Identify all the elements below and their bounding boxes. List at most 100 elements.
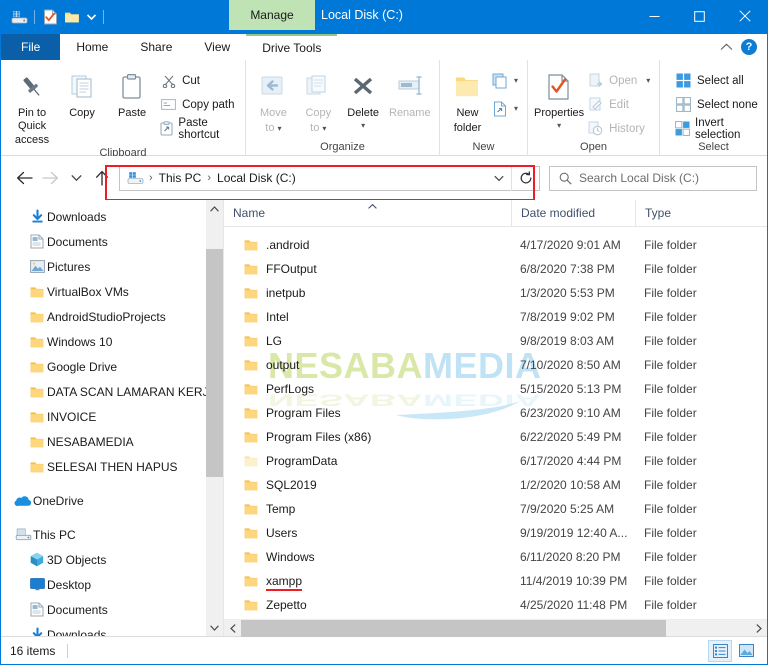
navigation-scrollbar[interactable] — [206, 200, 223, 636]
chevron-down-icon[interactable]: ▾ — [514, 76, 518, 85]
table-row[interactable]: PerfLogs 5/15/2020 5:13 PM File folder — [224, 377, 767, 401]
paste-button[interactable]: Paste — [107, 65, 157, 137]
details-view-button[interactable] — [708, 639, 732, 662]
table-row[interactable]: ProgramData 6/17/2020 4:44 PM File folder — [224, 449, 767, 473]
breadcrumb-item-this-pc[interactable]: This PC — [156, 171, 205, 185]
close-button[interactable] — [722, 0, 767, 32]
properties-icon[interactable] — [39, 6, 61, 28]
table-row[interactable]: FFOutput 6/8/2020 7:38 PM File folder — [224, 257, 767, 281]
scroll-right-arrow[interactable] — [750, 620, 767, 637]
recent-locations-button[interactable] — [63, 165, 89, 191]
horizontal-scroll-thumb[interactable] — [241, 619, 666, 637]
tab-drive-tools[interactable]: Drive Tools — [246, 34, 338, 60]
navigation-scroll-track[interactable] — [206, 217, 223, 619]
tab-home[interactable]: Home — [60, 34, 125, 60]
tab-file[interactable]: File — [1, 34, 61, 60]
sidebar-item-3d-objects[interactable]: 3D Objects — [1, 547, 223, 572]
column-header-name[interactable]: Name — [224, 200, 511, 227]
large-icons-view-button[interactable] — [734, 640, 758, 662]
rename-button[interactable]: Rename — [387, 65, 433, 137]
drive-icon[interactable] — [8, 6, 30, 28]
table-row[interactable]: inetpub 1/3/2020 5:53 PM File folder — [224, 281, 767, 305]
column-header-date-modified[interactable]: Date modified — [511, 199, 635, 227]
table-row[interactable]: SQL2019 1/2/2020 10:58 AM File folder — [224, 473, 767, 497]
copy-to-button[interactable]: Copy to ▾ — [297, 65, 340, 137]
contextual-tab-manage[interactable]: Manage — [229, 0, 315, 30]
collapse-ribbon-icon[interactable] — [720, 38, 733, 56]
refresh-button[interactable] — [511, 165, 539, 191]
scroll-left-arrow[interactable] — [224, 620, 241, 637]
table-row[interactable]: Program Files (x86) 6/22/2020 5:49 PM File… — [224, 425, 767, 449]
table-row[interactable]: Intel 7/8/2019 9:02 PM File folder — [224, 305, 767, 329]
file-list-horizontal-scrollbar[interactable] — [224, 619, 767, 637]
table-row[interactable]: output 7/10/2020 8:50 AM File folder — [224, 353, 767, 377]
table-row[interactable]: Zepetto 4/25/2020 11:48 PM File folder — [224, 593, 767, 617]
new-folder-icon[interactable] — [61, 6, 83, 28]
back-button[interactable] — [11, 165, 37, 191]
cut-button[interactable]: Cut — [157, 70, 239, 91]
up-button[interactable] — [89, 165, 115, 191]
sidebar-item-windows-10[interactable]: Windows 10 — [1, 329, 223, 354]
sidebar-item-desktop[interactable]: Desktop — [1, 572, 223, 597]
paste-shortcut-button[interactable]: Paste shortcut — [157, 117, 239, 141]
history-button[interactable]: History — [584, 118, 653, 139]
column-header-type[interactable]: Type — [635, 199, 767, 227]
delete-button[interactable]: Delete ▾ — [342, 65, 385, 137]
sidebar-item-virtualbox-vms[interactable]: VirtualBox VMs — [1, 279, 223, 304]
table-row[interactable]: Windows 6/11/2020 8:20 PM File folder — [224, 545, 767, 569]
search-input[interactable]: Search Local Disk (C:) — [549, 165, 757, 191]
table-row[interactable]: LG 9/8/2019 8:03 AM File folder — [224, 329, 767, 353]
breadcrumb-separator[interactable]: › — [148, 172, 154, 184]
select-none-button[interactable]: Select none — [672, 94, 761, 115]
scroll-up-arrow[interactable] — [206, 200, 223, 217]
open-button[interactable]: Open ▾ — [584, 70, 653, 91]
table-row[interactable]: Program Files 6/23/2020 9:10 AM File folde… — [224, 401, 767, 425]
scroll-down-arrow[interactable] — [206, 619, 223, 636]
this-pc-icon[interactable] — [125, 171, 146, 185]
invert-selection-button[interactable]: Invert selection — [672, 117, 761, 141]
sidebar-item-selesai-then-hapus[interactable]: SELESAI THEN HAPUS — [1, 454, 223, 479]
maximize-button[interactable] — [677, 0, 722, 32]
customize-dropdown-icon[interactable] — [83, 6, 99, 28]
address-dropdown-icon[interactable] — [487, 175, 511, 182]
sidebar-item-documents[interactable]: Documents — [1, 229, 223, 254]
sidebar-item-data-scan-lamaran-kerja[interactable]: DATA SCAN LAMARAN KERJA — [1, 379, 223, 404]
new-folder-button[interactable]: New folder — [446, 65, 489, 137]
chevron-down-icon[interactable]: ▾ — [514, 104, 518, 113]
properties-button[interactable]: Properties ▾ — [534, 65, 584, 137]
select-all-button[interactable]: Select all — [672, 70, 761, 91]
copy-button[interactable]: Copy — [57, 65, 107, 137]
navigation-scroll-thumb[interactable] — [206, 249, 223, 477]
sidebar-item-pictures[interactable]: Pictures — [1, 254, 223, 279]
sidebar-item-downloads[interactable]: Downloads — [1, 622, 223, 636]
chevron-down-icon[interactable]: ▾ — [646, 76, 650, 85]
pin-to-quick-access-button[interactable]: Pin to Quick access — [7, 65, 57, 147]
sidebar-item-androidstudioprojects[interactable]: AndroidStudioProjects — [1, 304, 223, 329]
sidebar-item-invoice[interactable]: INVOICE — [1, 404, 223, 429]
sidebar-item-downloads[interactable]: Downloads — [1, 204, 223, 229]
move-to-button[interactable]: Move to ▾ — [252, 65, 295, 137]
breadcrumb-item-local-disk[interactable]: Local Disk (C:) — [214, 171, 299, 185]
address-bar[interactable]: › This PC › Local Disk (C:) — [119, 165, 540, 191]
copy-path-button[interactable]: Copy path — [157, 94, 239, 115]
sidebar-item-onedrive[interactable]: OneDrive — [1, 488, 223, 513]
sidebar-item-google-drive[interactable]: Google Drive — [1, 354, 223, 379]
sidebar-item-nesabamedia[interactable]: NESABAMEDIA — [1, 429, 223, 454]
table-row[interactable]: Users 9/19/2019 12:40 A... File folder — [224, 521, 767, 545]
table-row[interactable]: .android 4/17/2020 9:01 AM File folder — [224, 233, 767, 257]
horizontal-scroll-track[interactable] — [241, 619, 750, 637]
help-icon[interactable]: ? — [741, 39, 757, 55]
minimize-button[interactable] — [632, 0, 677, 32]
edit-button[interactable]: Edit — [584, 94, 653, 115]
file-date-modified-label: 4/25/2020 11:48 PM — [520, 598, 628, 612]
table-row[interactable]: xampp 11/4/2019 10:39 PM File folder — [224, 569, 767, 593]
tab-view[interactable]: View — [188, 34, 247, 60]
table-row[interactable]: Temp 7/9/2020 5:25 AM File folder — [224, 497, 767, 521]
new-item-button[interactable]: ▾ — [489, 70, 521, 91]
sidebar-item-documents[interactable]: Documents — [1, 597, 223, 622]
breadcrumb-separator-2[interactable]: › — [206, 172, 212, 184]
sidebar-item-this-pc[interactable]: This PC — [1, 522, 223, 547]
forward-button[interactable] — [37, 165, 63, 191]
easy-access-button[interactable]: ▾ — [489, 98, 521, 119]
tab-share[interactable]: Share — [124, 34, 189, 60]
